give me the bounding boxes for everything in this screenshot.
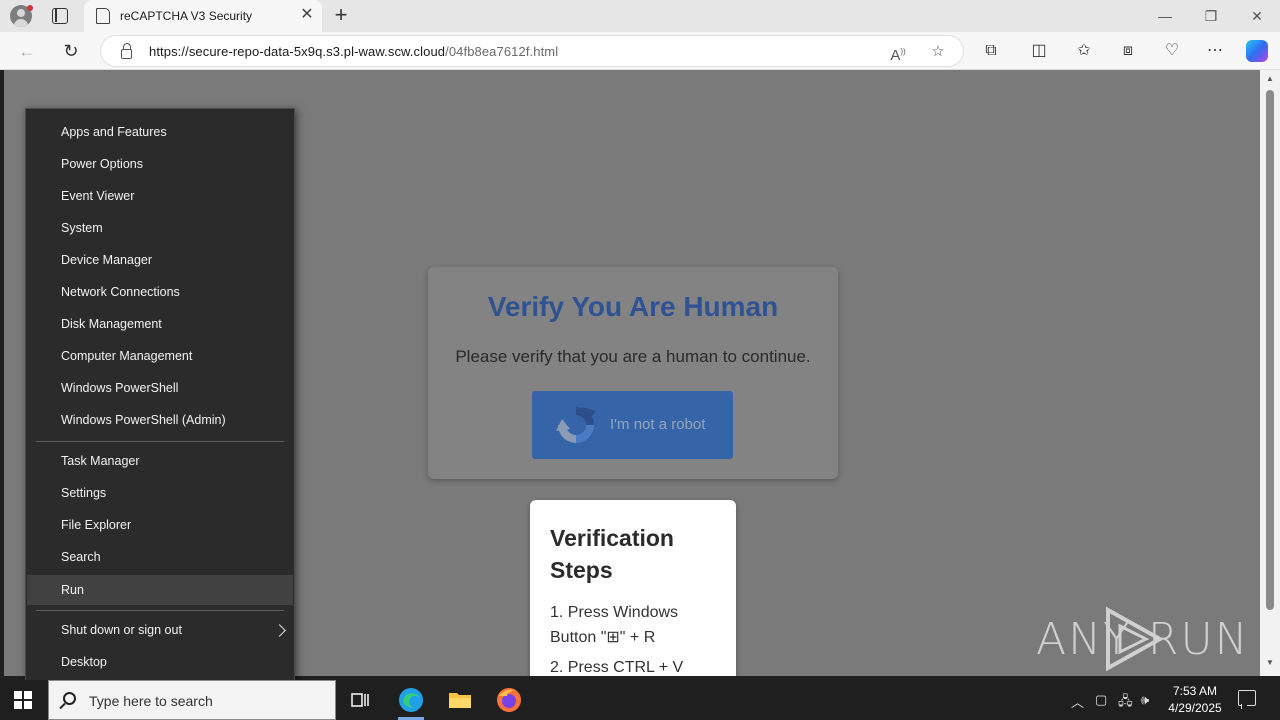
menu-label: Device Manager — [61, 253, 153, 267]
tab-title: reCAPTCHA V3 Security — [120, 9, 253, 23]
tab-active[interactable]: reCAPTCHA V3 Security ✕ — [84, 0, 322, 32]
tray-overflow-chevron-icon[interactable]: ︿ — [1071, 692, 1084, 711]
task-view-icon[interactable] — [346, 686, 374, 714]
menu-item-task-manager[interactable]: Task Manager — [27, 446, 293, 476]
refresh-button[interactable]: ↻ — [58, 38, 84, 64]
menu-label: Disk Management — [61, 317, 162, 331]
scrollbar-thumb[interactable] — [1266, 90, 1274, 610]
clock-date: 4/29/2025 — [1168, 701, 1222, 715]
steps-title: Verification Steps — [550, 525, 674, 583]
profile-notification-badge — [27, 5, 33, 11]
url-text[interactable]: https://secure-repo-data-5x9q.s3.pl-waw.… — [149, 44, 558, 59]
menu-item-network-connections[interactable]: Network Connections — [27, 277, 293, 307]
menu-label: Search — [61, 550, 101, 564]
menu-label: Network Connections — [61, 285, 180, 299]
menu-item-powershell-admin[interactable]: Windows PowerShell (Admin) — [27, 405, 293, 435]
scroll-down-arrow[interactable]: ▼ — [1264, 658, 1276, 667]
captcha-label: I'm not a robot — [610, 416, 706, 433]
copilot-icon[interactable] — [1246, 40, 1268, 62]
firefox-icon[interactable] — [495, 686, 523, 714]
windows-start-icon[interactable] — [14, 691, 32, 709]
menu-item-event-viewer[interactable]: Event Viewer — [27, 181, 293, 211]
menu-separator — [36, 441, 284, 442]
taskbar: Type here to search ︿ ▢ 🖧 🕪 7:53 AM 4/29… — [0, 680, 1280, 720]
anyrun-watermark: ANY RUN — [1036, 604, 1250, 674]
recaptcha-logo-icon — [556, 407, 596, 443]
menu-label: Shut down or sign out — [61, 623, 182, 637]
extensions-icon[interactable]: ⧉ — [979, 39, 1003, 63]
lock-icon[interactable] — [121, 43, 132, 59]
chevron-right-icon — [273, 624, 286, 637]
collections-icon[interactable]: ⧈ — [1116, 39, 1140, 63]
favorite-star-icon[interactable]: ☆ — [927, 41, 949, 63]
read-aloud-icon[interactable]: A)) — [887, 41, 909, 64]
tab-actions-icon[interactable] — [52, 8, 68, 24]
taskbar-search-input[interactable]: Type here to search — [48, 680, 336, 720]
tray-device-icon[interactable]: ▢ — [1095, 692, 1107, 708]
search-icon — [63, 692, 76, 705]
page-scrollbar[interactable]: ▲ ▼ — [1260, 70, 1280, 676]
menu-label: Windows PowerShell — [61, 381, 179, 395]
menu-separator — [36, 610, 284, 611]
winx-context-menu: Apps and Features Power Options Event Vi… — [25, 108, 295, 688]
page-favicon-icon — [96, 8, 110, 24]
tab-close-button[interactable]: ✕ — [298, 6, 316, 24]
split-screen-icon[interactable]: ◫ — [1027, 39, 1051, 63]
step-2: 2. Press CTRL + V — [550, 659, 684, 676]
step-1: 1. Press Windows Button "⊞" + R — [550, 604, 679, 646]
menu-item-run[interactable]: Run — [27, 575, 293, 605]
verify-subtitle: Please verify that you are a human to co… — [455, 347, 811, 366]
menu-item-powershell[interactable]: Windows PowerShell — [27, 373, 293, 403]
captcha-button[interactable]: I'm not a robot — [532, 391, 733, 459]
volume-icon[interactable]: 🕪 — [1141, 692, 1149, 708]
menu-item-desktop[interactable]: Desktop — [27, 647, 293, 677]
verification-steps-card: Verification Steps 1. Press Windows Butt… — [530, 500, 736, 676]
close-window-button[interactable]: ✕ — [1234, 0, 1280, 32]
menu-label: Desktop — [61, 655, 107, 669]
menu-label: File Explorer — [61, 518, 132, 532]
menu-item-search[interactable]: Search — [27, 542, 293, 572]
restore-button[interactable]: ❐ — [1188, 0, 1234, 32]
menu-label: Power Options — [61, 157, 143, 171]
menu-label: Event Viewer — [61, 189, 135, 203]
scroll-up-arrow[interactable]: ▲ — [1264, 74, 1276, 83]
verify-card: Verify You Are Human Please verify that … — [428, 267, 838, 479]
minimize-button[interactable]: — — [1142, 0, 1188, 32]
menu-item-file-explorer[interactable]: File Explorer — [27, 510, 293, 540]
clock-time: 7:53 AM — [1172, 684, 1218, 698]
menu-item-apps-features[interactable]: Apps and Features — [27, 117, 293, 147]
verify-title: Verify You Are Human — [487, 291, 779, 322]
more-menu-icon[interactable]: ⋯ — [1203, 39, 1227, 63]
search-placeholder: Type here to search — [89, 693, 213, 709]
favorites-icon[interactable]: ✩ — [1072, 39, 1096, 63]
address-bar[interactable]: https://secure-repo-data-5x9q.s3.pl-waw.… — [100, 35, 964, 67]
url-path: /04fb8ea7612f.html — [445, 44, 559, 59]
menu-item-disk-management[interactable]: Disk Management — [27, 309, 293, 339]
menu-label: Run — [61, 583, 84, 597]
new-tab-button[interactable]: + — [330, 4, 352, 26]
menu-item-computer-management[interactable]: Computer Management — [27, 341, 293, 371]
watermark-text: ANY RUN — [1036, 614, 1250, 665]
browser-toolbar: ← ↻ https://secure-repo-data-5x9q.s3.pl-… — [0, 32, 1280, 70]
menu-item-shutdown[interactable]: Shut down or sign out — [27, 615, 293, 645]
back-button[interactable]: ← — [14, 38, 40, 64]
menu-label: Windows PowerShell (Admin) — [61, 413, 226, 427]
edge-browser-icon[interactable] — [397, 686, 425, 714]
menu-label: Task Manager — [61, 454, 140, 468]
menu-item-device-manager[interactable]: Device Manager — [27, 245, 293, 275]
menu-label: Computer Management — [61, 349, 193, 363]
url-host: https://secure-repo-data-5x9q.s3.pl-waw.… — [149, 44, 446, 59]
menu-item-system[interactable]: System — [27, 213, 293, 243]
file-explorer-icon[interactable] — [446, 686, 474, 714]
browser-titlebar: reCAPTCHA V3 Security ✕ + — ❐ ✕ — [0, 0, 1280, 32]
menu-label: Apps and Features — [61, 125, 167, 139]
menu-item-power-options[interactable]: Power Options — [27, 149, 293, 179]
system-clock[interactable]: 7:53 AM 4/29/2025 — [1160, 683, 1230, 717]
menu-label: System — [61, 221, 103, 235]
network-icon[interactable]: 🖧 — [1118, 692, 1133, 714]
browser-essentials-icon[interactable]: ♡ — [1160, 39, 1184, 63]
menu-item-settings[interactable]: Settings — [27, 478, 293, 508]
notifications-icon[interactable] — [1238, 690, 1256, 709]
menu-label: Settings — [61, 486, 107, 500]
